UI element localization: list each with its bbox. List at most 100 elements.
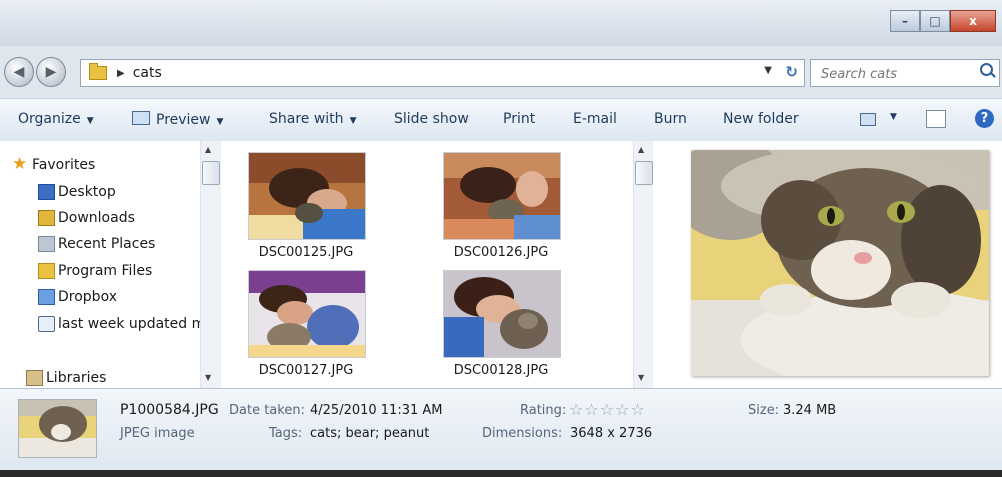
file-name[interactable]: DSC00127.JPG [236, 363, 376, 378]
navigation-scrollbar[interactable]: ▲ ▼ [200, 141, 221, 388]
email-button[interactable]: E-mail [573, 111, 617, 127]
scroll-down-icon[interactable]: ▼ [205, 373, 211, 382]
nav-libraries[interactable]: Libraries [26, 367, 107, 388]
file-name[interactable]: DSC00125.JPG [236, 245, 376, 260]
date-taken-label: Date taken: [229, 403, 305, 418]
rating-star-icon[interactable]: ☆ [615, 400, 630, 419]
file-name[interactable]: DSC00128.JPG [431, 363, 571, 378]
view-options-chevron-icon[interactable]: ▼ [890, 112, 897, 122]
size-value: 3.24 MB [783, 403, 837, 418]
print-button[interactable]: Print [503, 111, 535, 127]
nav-item-desktop[interactable]: Desktop [38, 181, 116, 203]
nav-item-downloads[interactable]: Downloads [38, 207, 135, 229]
window-controls: – □ x [890, 10, 996, 32]
nav-item-dropbox[interactable]: Dropbox [38, 286, 117, 308]
title-bar: – □ x [0, 0, 1002, 46]
scroll-down-icon[interactable]: ▼ [638, 373, 644, 382]
document-icon [38, 316, 55, 332]
preview-pane [653, 141, 1002, 388]
address-dropdown-icon[interactable]: ▼ [764, 65, 772, 76]
cat-detail-thumbnail [19, 400, 96, 457]
chevron-down-icon: ▼ [86, 116, 94, 126]
cat-photo-thumbnail [444, 153, 560, 239]
chevron-down-icon: ▼ [216, 117, 224, 127]
nav-item-label: Downloads [58, 210, 135, 226]
back-button[interactable]: ◀ [4, 57, 34, 87]
breadcrumb-cats[interactable]: cats [133, 65, 162, 81]
organize-button[interactable]: Organize ▼ [18, 111, 94, 127]
search-icon[interactable] [980, 63, 993, 76]
file-name[interactable]: DSC00126.JPG [431, 245, 571, 260]
nav-item-recent-places[interactable]: Recent Places [38, 233, 156, 255]
navigation-pane: ★ Favorites Desktop Downloads Recent Pla… [0, 141, 200, 388]
file-thumbnail[interactable] [248, 270, 366, 358]
nav-favorites-label: Favorites [32, 157, 96, 173]
close-button[interactable]: x [950, 10, 996, 32]
refresh-icon[interactable]: ↻ [785, 63, 798, 81]
address-bar[interactable]: ▶ cats ▼ ↻ [80, 59, 805, 87]
rating-star-icon[interactable]: ☆ [600, 400, 615, 419]
new-folder-button[interactable]: New folder [723, 111, 799, 127]
file-thumbnail[interactable] [248, 152, 366, 240]
preview-pane-toggle-icon[interactable] [926, 110, 946, 128]
nav-favorites[interactable]: ★ Favorites [12, 154, 96, 176]
scroll-up-icon[interactable]: ▲ [205, 145, 211, 154]
rating-star-icon[interactable]: ☆ [630, 400, 645, 419]
slide-show-button[interactable]: Slide show [394, 111, 469, 127]
nav-item-label: Recent Places [58, 236, 156, 252]
file-thumbnail[interactable] [443, 270, 561, 358]
rating-star-icon[interactable]: ☆ [569, 400, 584, 419]
burn-button[interactable]: Burn [654, 111, 687, 127]
share-with-button[interactable]: Share with ▼ [269, 111, 356, 127]
cat-photo-thumbnail [444, 271, 560, 357]
cat-preview-photo [691, 150, 989, 376]
recent-places-icon [38, 236, 55, 252]
rating-stars[interactable]: ☆☆☆☆☆ [569, 400, 646, 419]
scrollbar-thumb[interactable] [635, 161, 653, 185]
nav-libraries-label: Libraries [46, 370, 107, 386]
desktop-icon [38, 184, 55, 200]
file-list-scrollbar[interactable]: ▲ ▼ [633, 141, 654, 388]
rating-label: Rating: [520, 403, 567, 418]
nav-item-last-week-updated[interactable]: last week updated m [38, 313, 200, 335]
folder-icon [89, 63, 107, 80]
maximize-button[interactable]: □ [920, 10, 950, 32]
preview-image [691, 150, 989, 376]
address-row: ◀ ▶ ▶ cats ▼ ↻ [0, 56, 1002, 92]
minimize-button[interactable]: – [890, 10, 920, 32]
details-filename: P1000584.JPG [120, 402, 219, 418]
rating-star-icon[interactable]: ☆ [584, 400, 599, 419]
bottom-edge [0, 470, 1002, 477]
star-icon: ★ [12, 154, 28, 174]
tags-value[interactable]: cats; bear; peanut [310, 426, 429, 441]
downloads-icon [38, 210, 55, 226]
date-taken-value[interactable]: 4/25/2010 11:31 AM [310, 403, 443, 418]
details-pane: P1000584.JPG JPEG image Date taken: 4/25… [0, 388, 1002, 469]
chevron-down-icon: ▼ [349, 116, 357, 126]
search-input[interactable] [819, 62, 973, 86]
scrollbar-thumb[interactable] [202, 161, 220, 185]
breadcrumb-arrow-icon[interactable]: ▶ [117, 68, 125, 79]
size-label: Size: [748, 403, 780, 418]
search-box[interactable] [810, 59, 1000, 87]
share-with-label: Share with [269, 111, 344, 127]
libraries-icon [26, 370, 43, 386]
command-bar: Organize ▼ Preview ▼ Share with ▼ Slide sho… [0, 98, 1002, 142]
help-icon[interactable]: ? [975, 109, 994, 128]
file-list: DSC00125.JPG DSC00126.JPG DSC00127.JPG D… [221, 141, 633, 388]
preview-button[interactable]: Preview ▼ [132, 111, 223, 128]
details-filetype: JPEG image [120, 426, 195, 441]
tags-label: Tags: [269, 426, 303, 441]
dropbox-icon [38, 289, 55, 305]
file-thumbnail[interactable] [443, 152, 561, 240]
dimensions-value: 3648 x 2736 [570, 426, 653, 441]
preview-icon [132, 111, 150, 125]
forward-arrow-icon: ▶ [45, 64, 57, 80]
nav-item-program-files[interactable]: Program Files [38, 260, 152, 282]
change-view-icon[interactable] [860, 113, 876, 126]
forward-button[interactable]: ▶ [36, 57, 66, 87]
cat-photo-thumbnail [249, 153, 365, 239]
nav-item-label: last week updated m [58, 316, 200, 332]
scroll-up-icon[interactable]: ▲ [638, 145, 644, 154]
cat-photo-thumbnail [249, 271, 365, 357]
